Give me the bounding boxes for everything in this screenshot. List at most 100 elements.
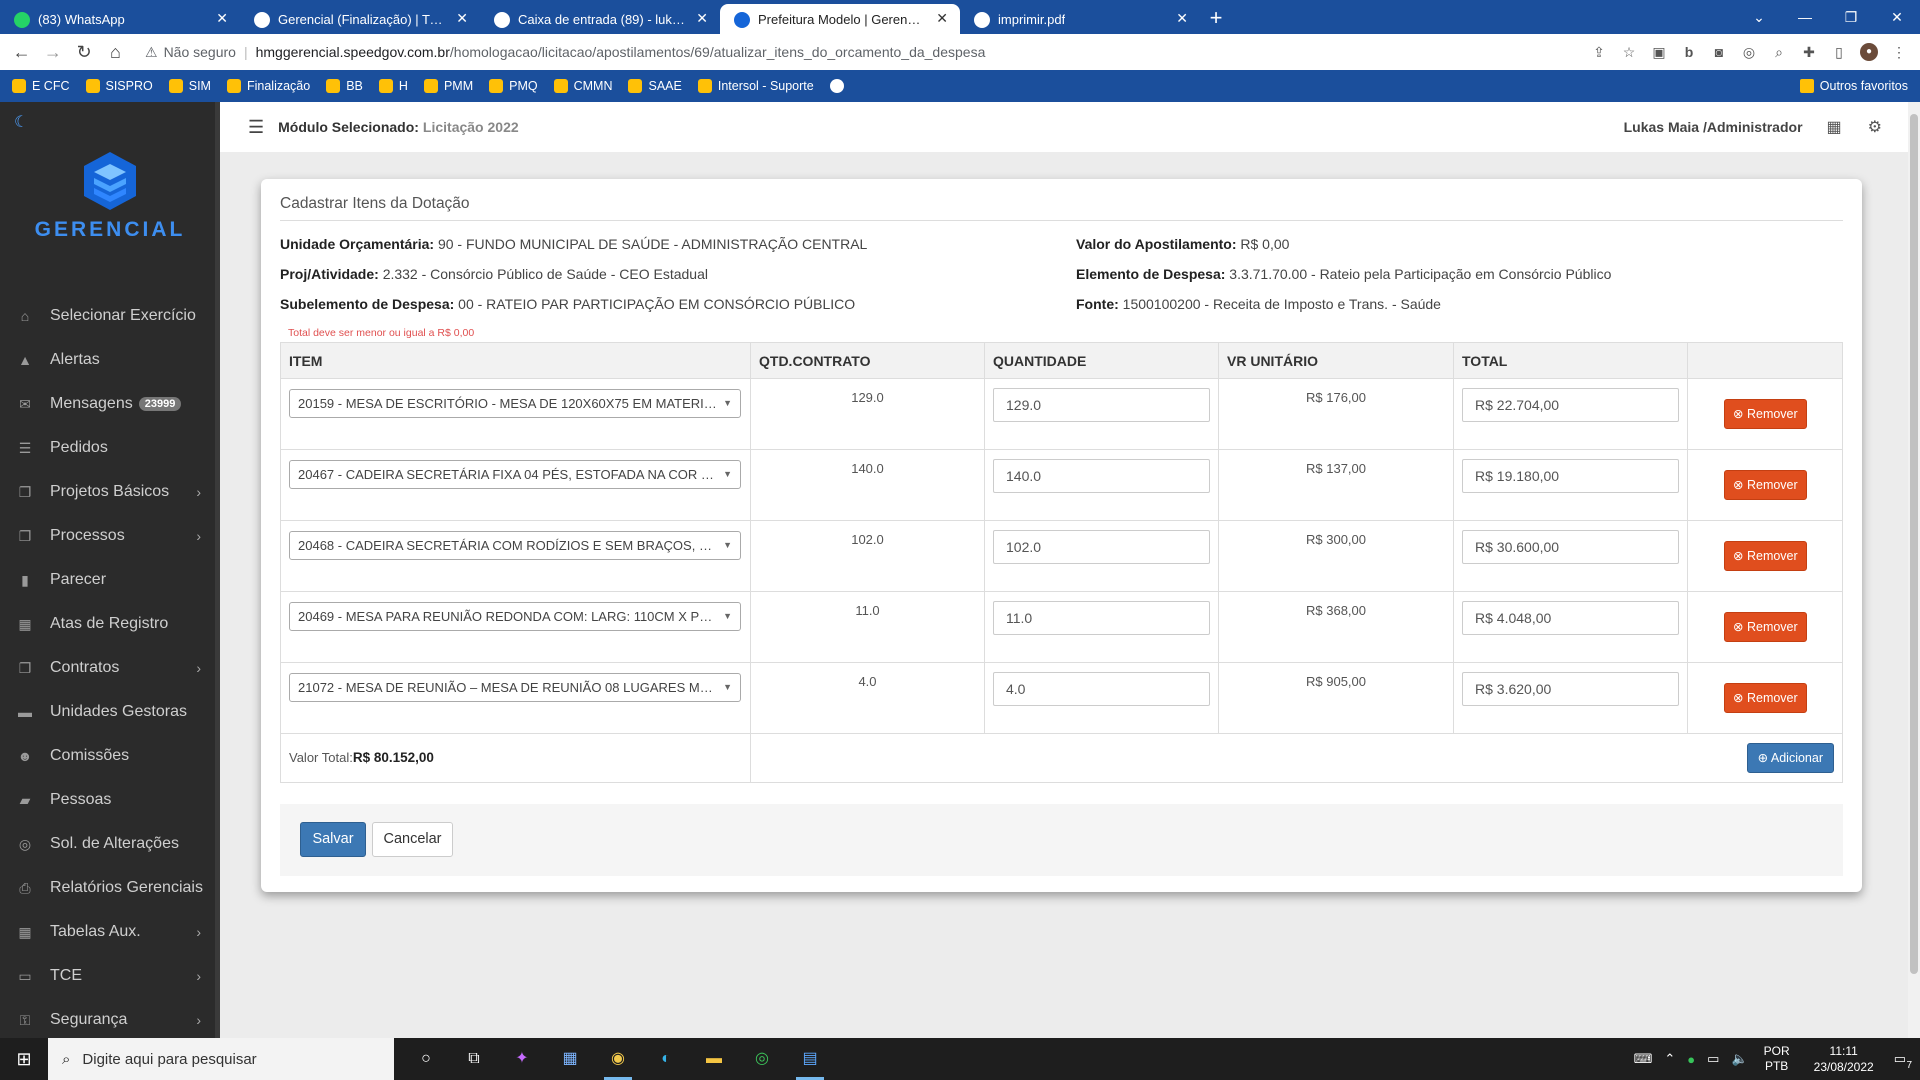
total-input[interactable]: R$ 4.048,00 (1462, 601, 1679, 635)
bookmark-item[interactable]: Finalização (226, 79, 310, 93)
save-button[interactable]: Salvar (300, 822, 366, 857)
sidebar-item[interactable]: ⎙ Relatórios Gerenciais (0, 866, 215, 910)
whatsapp-tray-icon[interactable]: ● (1687, 1052, 1695, 1067)
chevron-up-icon[interactable]: ⌃ (1664, 1051, 1675, 1067)
profile-avatar[interactable]: ● (1860, 43, 1879, 61)
sidebar-item[interactable]: ❐ Contratos › (0, 646, 215, 690)
zoom-icon[interactable]: ⌕ (1770, 43, 1788, 61)
new-tab-button[interactable]: + (1200, 4, 1232, 34)
language-indicator[interactable]: POR PTB (1764, 1044, 1790, 1074)
extension-b-icon[interactable]: b (1680, 43, 1698, 61)
taskbar-search[interactable]: ⌕ Digite aqui para pesquisar (48, 1038, 394, 1080)
total-input[interactable]: R$ 30.600,00 (1462, 530, 1679, 564)
browser-tab[interactable]: (83) WhatsApp ✕ (0, 4, 240, 34)
app-icon[interactable]: ✦ (498, 1038, 546, 1080)
close-icon[interactable]: ✕ (696, 10, 708, 27)
browser-tab[interactable]: imprimir.pdf ✕ (960, 4, 1200, 34)
remove-button[interactable]: ⊗ Remover (1724, 683, 1807, 713)
sidebar-scrollbar[interactable] (215, 102, 220, 1038)
total-input[interactable]: R$ 3.620,00 (1462, 672, 1679, 706)
bookmark-item[interactable]: E CFC (12, 79, 70, 93)
bookmark-item[interactable]: BB (326, 79, 363, 93)
notifications-icon[interactable]: ▭ 7 (1894, 1051, 1912, 1071)
quantidade-input[interactable]: 11.0 (993, 601, 1210, 635)
quantidade-input[interactable]: 140.0 (993, 459, 1210, 493)
calculator-icon[interactable]: ▦ (546, 1038, 594, 1080)
item-select[interactable]: 20469 - MESA PARA REUNIÃO REDONDA COM: L… (289, 602, 741, 631)
grid-icon[interactable]: ▦ (1827, 117, 1842, 137)
bookmark-item[interactable]: SAAE (628, 79, 682, 93)
close-icon[interactable]: ✕ (216, 10, 228, 27)
quantidade-input[interactable]: 4.0 (993, 672, 1210, 706)
bookmark-item[interactable]: CMMN (553, 79, 612, 93)
sidebar-item[interactable]: ▲ Alertas (0, 338, 215, 382)
minimize-button[interactable]: — (1782, 0, 1828, 34)
sidebar-item[interactable]: ✉ Mensagens 23999 (0, 382, 215, 426)
remove-button[interactable]: ⊗ Remover (1724, 399, 1807, 429)
other-bookmarks[interactable]: Outros favoritos (1799, 79, 1908, 93)
remove-button[interactable]: ⊗ Remover (1724, 541, 1807, 571)
bookmark-item[interactable]: SIM (168, 79, 211, 93)
close-icon[interactable]: ✕ (456, 10, 468, 27)
bookmark-item[interactable]: PMQ (489, 79, 538, 93)
sidebar-item[interactable]: ▦ Tabelas Aux. › (0, 910, 215, 954)
cancel-button[interactable]: Cancelar (372, 822, 453, 857)
bookmark-item[interactable]: Intersol - Suporte (697, 79, 814, 93)
item-select[interactable]: 20468 - CADEIRA SECRETÁRIA COM RODÍZIOS … (289, 531, 741, 560)
sidebar-item[interactable]: ☻ Comissões (0, 734, 215, 778)
bookmark-item[interactable]: PMM (423, 79, 473, 93)
reload-icon[interactable]: ↻ (69, 42, 100, 63)
sidebar-item[interactable]: ❐ Processos › (0, 514, 215, 558)
network-icon[interactable]: ▭ (1707, 1051, 1719, 1067)
item-select[interactable]: 20467 - CADEIRA SECRETÁRIA FIXA 04 PÉS, … (289, 460, 741, 489)
bookmark-item[interactable]: H (378, 79, 408, 93)
browser-tab[interactable]: Prefeitura Modelo | Gerencial ✕ (720, 4, 960, 34)
sidebar-item[interactable]: ▮ Parecer (0, 558, 215, 602)
item-select[interactable]: 20159 - MESA DE ESCRITÓRIO - MESA DE 120… (289, 389, 741, 418)
bookmark-globe-icon[interactable] (829, 79, 850, 93)
sidebar-item[interactable]: ▦ Atas de Registro (0, 602, 215, 646)
item-select[interactable]: 21072 - MESA DE REUNIÃO – MESA DE REUNIÃ… (289, 673, 741, 702)
tab-search-icon[interactable]: ⌄ (1736, 0, 1782, 34)
cortana-icon[interactable]: ○ (402, 1038, 450, 1080)
task-view-icon[interactable]: ⧉ (450, 1038, 498, 1080)
page-scrollbar[interactable] (1908, 102, 1920, 1038)
extension-icon[interactable]: ▣ (1650, 43, 1668, 61)
user-name[interactable]: Lukas Maia /Administrador (1624, 119, 1803, 135)
puzzle-icon[interactable]: ✚ (1800, 43, 1818, 61)
keyboard-icon[interactable]: ⌨ (1634, 1051, 1653, 1067)
address-bar[interactable]: ⚠ Não seguro | hmggerencial.speedgov.com… (145, 38, 1590, 66)
edge-icon[interactable]: ◐ (642, 1038, 690, 1080)
total-input[interactable]: R$ 19.180,00 (1462, 459, 1679, 493)
close-icon[interactable]: ✕ (1176, 10, 1188, 27)
extension-circle-icon[interactable]: ◎ (1740, 43, 1758, 61)
quantidade-input[interactable]: 129.0 (993, 388, 1210, 422)
remove-button[interactable]: ⊗ Remover (1724, 470, 1807, 500)
sidebar-item[interactable]: ▭ TCE › (0, 954, 215, 998)
app-eye-icon[interactable]: ◎ (738, 1038, 786, 1080)
extension-camera-icon[interactable]: ◙ (1710, 43, 1728, 61)
sidebar-item[interactable]: ❐ Projetos Básicos › (0, 470, 215, 514)
browser-tab[interactable]: Caixa de entrada (89) - lukasmai ✕ (480, 4, 720, 34)
sidebar-item[interactable]: ⌂ Selecionar Exercício (0, 294, 215, 338)
volume-icon[interactable]: 🔈 (1731, 1051, 1747, 1067)
sidepanel-icon[interactable]: ▯ (1830, 43, 1848, 61)
home-icon[interactable]: ⌂ (100, 42, 131, 63)
menu-dots-icon[interactable]: ⋮ (1890, 43, 1908, 61)
remove-button[interactable]: ⊗ Remover (1724, 612, 1807, 642)
windows-start-icon[interactable]: ⊞ (0, 1049, 48, 1070)
close-window-button[interactable]: ✕ (1874, 0, 1920, 34)
hamburger-icon[interactable]: ☰ (248, 117, 264, 138)
gear-icon[interactable]: ⚙ (1868, 117, 1882, 137)
add-button[interactable]: ⊕ Adicionar (1746, 743, 1834, 773)
clock[interactable]: 11:11 23/08/2022 (1814, 1043, 1874, 1075)
sidebar-item[interactable]: ⚿ Segurança › (0, 998, 215, 1042)
file-explorer-icon[interactable]: ▬ (690, 1038, 738, 1080)
close-icon[interactable]: ✕ (936, 10, 948, 27)
collapse-sidebar-icon[interactable]: ☾ (14, 112, 28, 132)
share-icon[interactable]: ⇪ (1590, 43, 1608, 61)
sidebar-item[interactable]: ◎ Sol. de Alterações (0, 822, 215, 866)
bookmark-item[interactable]: SISPRO (85, 79, 153, 93)
sidebar-item[interactable]: ☰ Pedidos (0, 426, 215, 470)
sidebar-item[interactable]: ▬ Unidades Gestoras (0, 690, 215, 734)
